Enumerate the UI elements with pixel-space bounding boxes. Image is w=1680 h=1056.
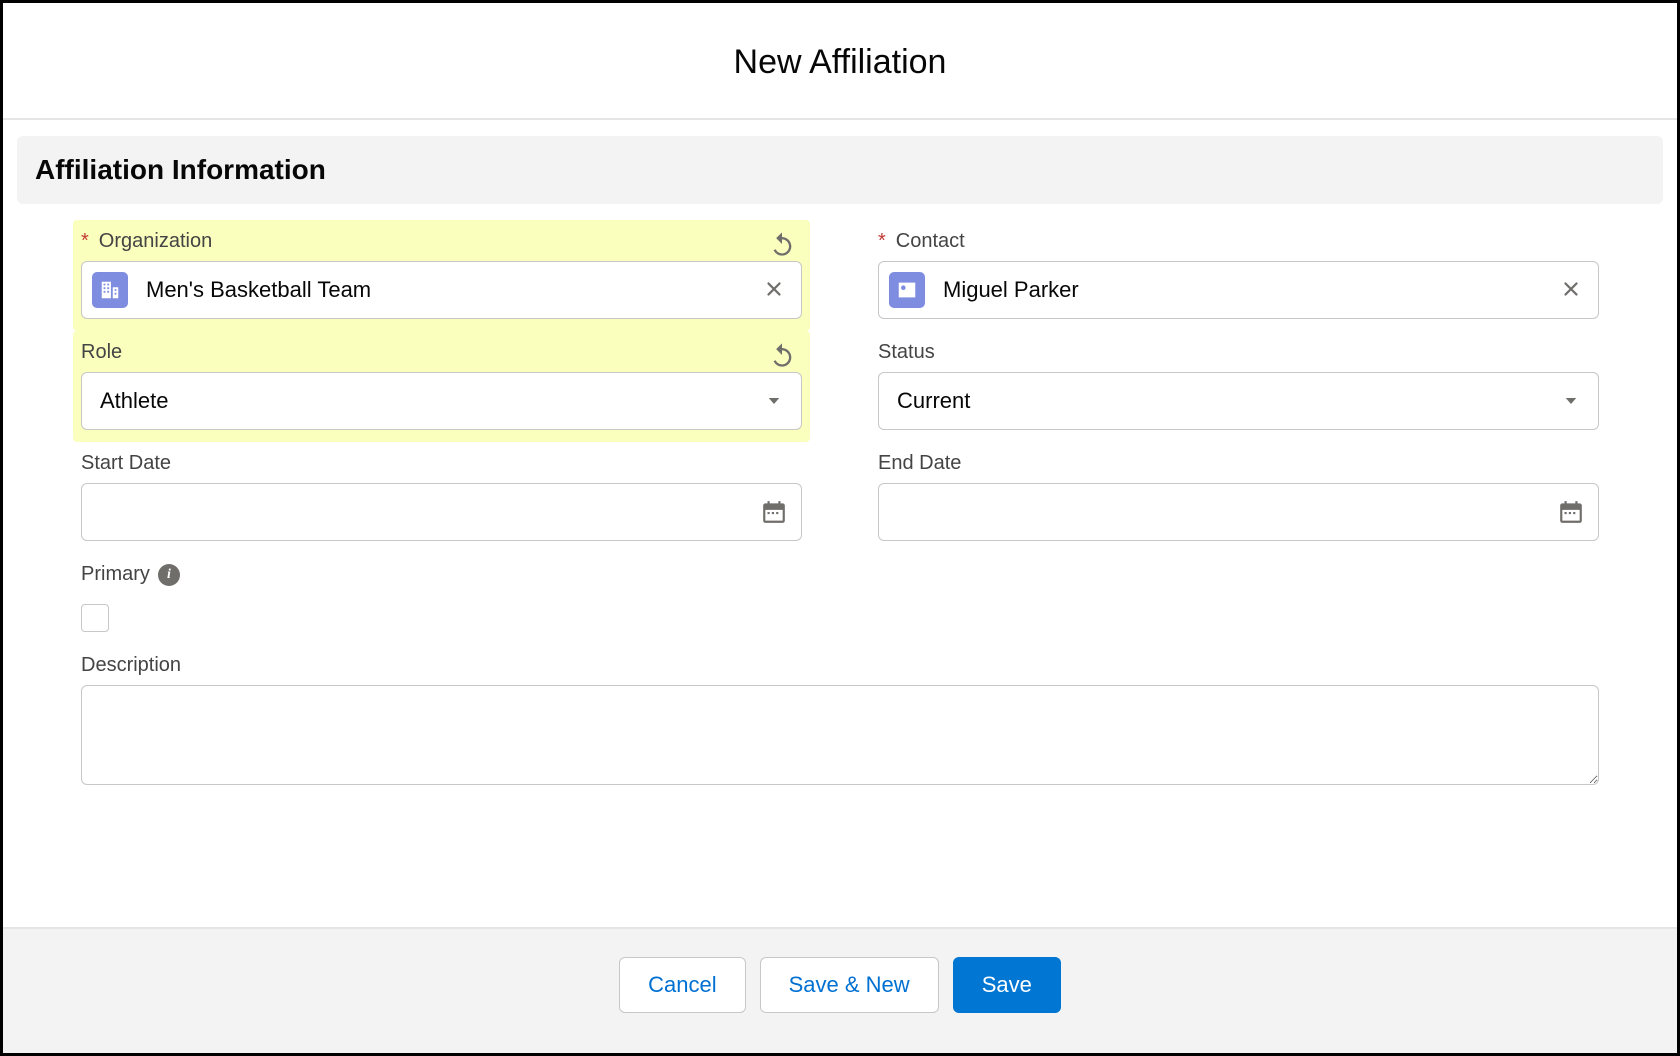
field-contact: * Contact Miguel Parker: [870, 220, 1607, 331]
required-star-icon: *: [81, 230, 89, 253]
start-date-input-wrap: [81, 483, 802, 541]
section-title: Affiliation Information: [17, 136, 1663, 204]
field-description: Description: [73, 644, 1607, 802]
field-primary: Primary i: [73, 553, 810, 644]
account-icon: [92, 272, 128, 308]
organization-clear-button[interactable]: [757, 272, 791, 309]
field-end-date: End Date: [870, 442, 1607, 553]
role-select[interactable]: Athlete: [81, 372, 802, 430]
cancel-button[interactable]: Cancel: [619, 957, 745, 1013]
end-date-input-wrap: [878, 483, 1599, 541]
end-date-input[interactable]: [893, 484, 1558, 540]
field-role: Role Athlete: [73, 331, 810, 442]
start-date-label: Start Date: [81, 452, 171, 475]
calendar-icon[interactable]: [761, 499, 787, 525]
field-organization: * Organization Men's Basketball Team: [73, 220, 810, 331]
contact-icon: [889, 272, 925, 308]
field-status: Status Current: [870, 331, 1607, 442]
form-grid: * Organization Men's Basketball Team: [17, 220, 1663, 802]
save-button[interactable]: Save: [953, 957, 1061, 1013]
organization-lookup[interactable]: Men's Basketball Team: [81, 261, 802, 319]
save-and-new-button[interactable]: Save & New: [760, 957, 939, 1013]
contact-lookup[interactable]: Miguel Parker: [878, 261, 1599, 319]
organization-label: * Organization: [81, 230, 212, 253]
required-star-icon: *: [878, 230, 886, 253]
spacer: [870, 553, 1607, 644]
contact-clear-button[interactable]: [1554, 272, 1588, 309]
description-textarea[interactable]: [81, 685, 1599, 785]
field-start-date: Start Date: [73, 442, 810, 553]
chevron-down-icon: [765, 392, 783, 410]
modal-body: Affiliation Information * Organization M…: [3, 120, 1677, 927]
status-label: Status: [878, 341, 935, 364]
status-select[interactable]: Current: [878, 372, 1599, 430]
status-value: Current: [897, 388, 970, 414]
primary-checkbox[interactable]: [81, 604, 109, 632]
new-affiliation-modal: New Affiliation Affiliation Information …: [0, 0, 1680, 1056]
role-label: Role: [81, 341, 122, 364]
contact-label: * Contact: [878, 230, 965, 253]
organization-value: Men's Basketball Team: [146, 277, 757, 303]
chevron-down-icon: [1562, 392, 1580, 410]
close-icon: [763, 278, 785, 300]
modal-header: New Affiliation: [3, 3, 1677, 120]
role-value: Athlete: [100, 388, 169, 414]
organization-undo-button[interactable]: [764, 226, 800, 265]
close-icon: [1560, 278, 1582, 300]
description-label: Description: [81, 654, 181, 677]
info-icon[interactable]: i: [158, 564, 180, 586]
role-undo-button[interactable]: [764, 337, 800, 376]
undo-icon: [768, 230, 796, 258]
start-date-input[interactable]: [96, 484, 761, 540]
calendar-icon[interactable]: [1558, 499, 1584, 525]
contact-value: Miguel Parker: [943, 277, 1554, 303]
undo-icon: [768, 341, 796, 369]
modal-title: New Affiliation: [3, 43, 1677, 82]
modal-footer: Cancel Save & New Save: [3, 927, 1677, 1053]
primary-label: Primary i: [81, 563, 802, 586]
end-date-label: End Date: [878, 452, 961, 475]
